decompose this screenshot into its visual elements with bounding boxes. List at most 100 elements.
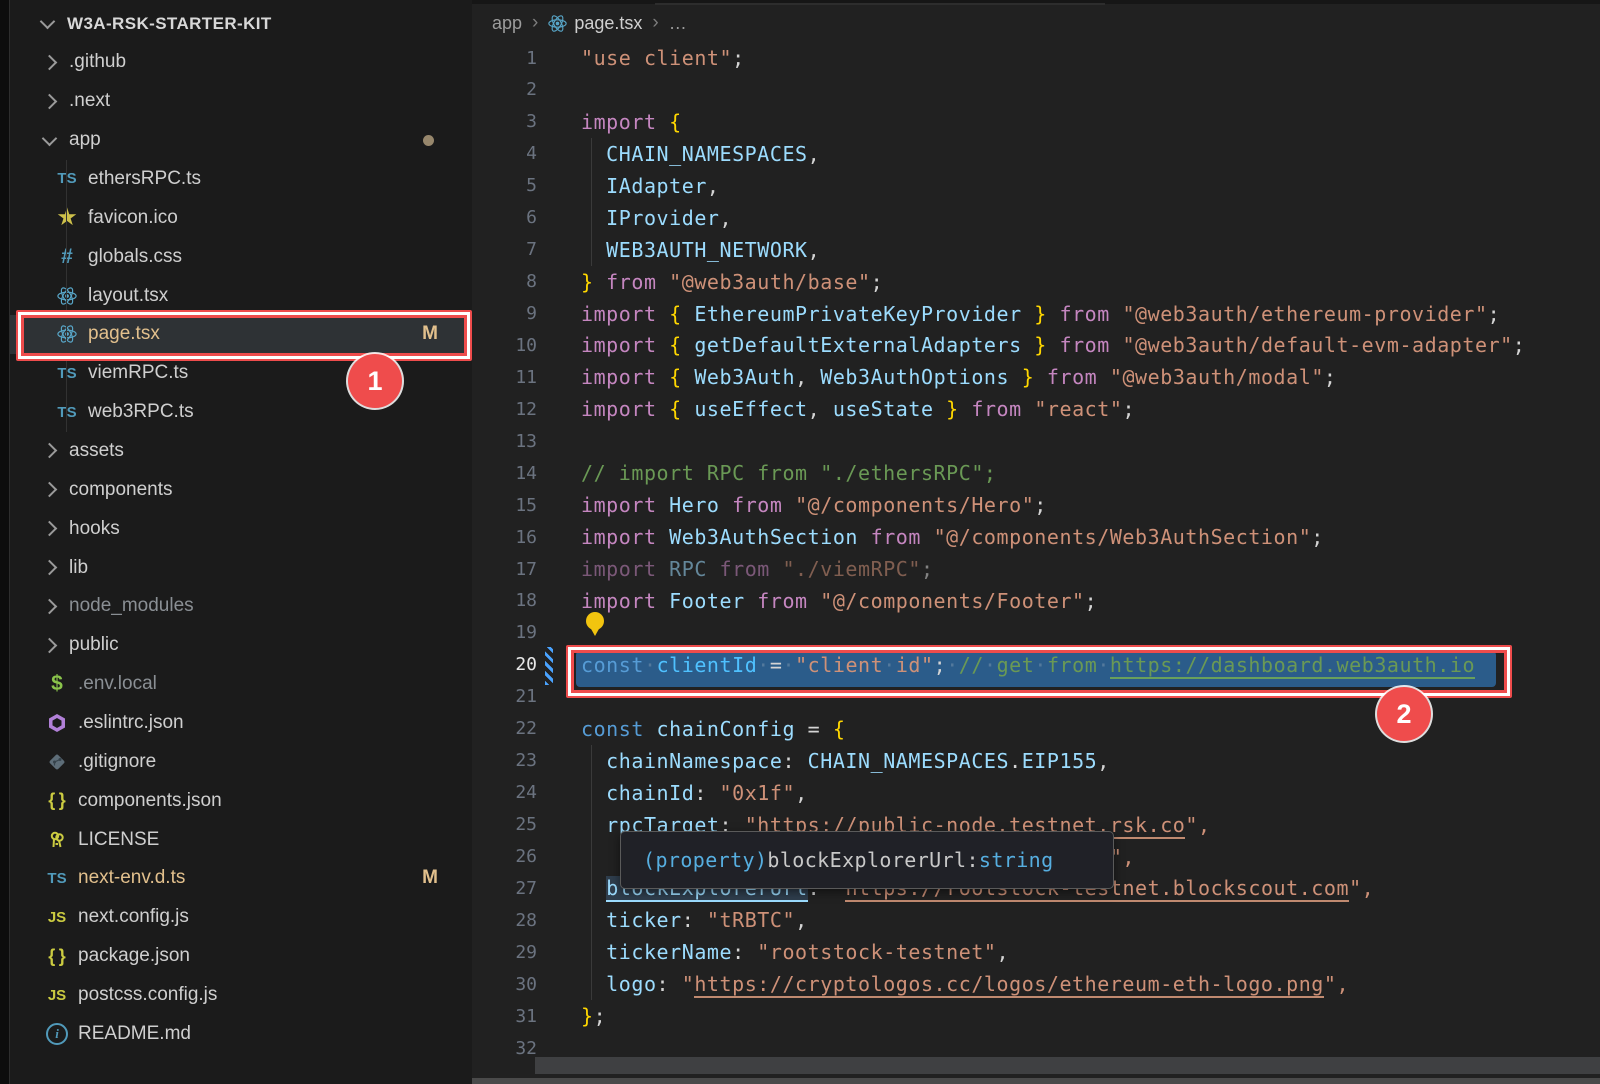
sidebar-file--env-local[interactable]: $.env.local <box>10 665 472 704</box>
window-left-edge <box>0 0 10 1084</box>
typescript-icon: TS <box>54 365 80 382</box>
code-line-30[interactable]: 30 logo: "https://cryptologos.cc/logos/e… <box>472 968 1600 1000</box>
code-line-12[interactable]: 12import { useEffect, useState } from "r… <box>472 393 1600 425</box>
tooltip-property-name: blockExplorerUrl: <box>767 848 979 872</box>
line-content: } from "@web3auth/base"; <box>581 270 883 294</box>
line-content: import Hero from "@/components/Hero"; <box>581 493 1047 517</box>
code-line-1[interactable]: 1"use client"; <box>472 42 1600 74</box>
code-line-13[interactable]: 13 <box>472 425 1600 457</box>
sidebar-file--gitignore[interactable]: .gitignore <box>10 742 472 781</box>
line-content: import { EthereumPrivateKeyProvider } fr… <box>581 302 1500 326</box>
tree-indent-guide <box>66 160 67 432</box>
code-line-22[interactable]: 22const chainConfig = { <box>472 713 1600 745</box>
code-line-3[interactable]: 3import { <box>472 106 1600 138</box>
sidebar-file-web3rpc-ts[interactable]: TSweb3RPC.ts <box>10 393 472 432</box>
hover-tooltip: (property) blockExplorerUrl: string <box>620 831 1114 889</box>
item-label: postcss.config.js <box>78 984 217 1006</box>
code-line-17[interactable]: 17import RPC from "./viemRPC"; <box>472 553 1600 585</box>
line-number: 4 <box>472 143 537 164</box>
line-number: 10 <box>472 335 537 356</box>
vscode-window: W3A-RSK-STARTER-KIT .github.next app TS eth… <box>0 0 1600 1084</box>
code-line-7[interactable]: 7 WEB3AUTH_NETWORK, <box>472 234 1600 266</box>
sidebar-file-globals-css[interactable]: #globals.css <box>10 237 472 276</box>
code-line-23[interactable]: 23 chainNamespace: CHAIN_NAMESPACES.EIP1… <box>472 745 1600 777</box>
sidebar-file--eslintrc-json[interactable]: .eslintrc.json <box>10 703 472 742</box>
line-number: 24 <box>472 782 537 803</box>
sidebar-folder-public[interactable]: public <box>10 626 472 665</box>
sidebar-file-next-config-js[interactable]: JSnext.config.js <box>10 898 472 937</box>
sidebar-file-next-env-d-ts[interactable]: TSnext-env.d.tsM <box>10 859 472 898</box>
item-label: README.md <box>78 1023 191 1045</box>
line-content: IAdapter, <box>581 174 720 198</box>
braces-icon: { } <box>44 946 70 967</box>
sidebar-folder--github[interactable]: .github <box>10 43 472 82</box>
line-content: logo: "https://cryptologos.cc/logos/ethe… <box>581 972 1349 996</box>
code-line-18[interactable]: 18import Footer from "@/components/Foote… <box>472 585 1600 617</box>
sidebar-folder-app[interactable]: app <box>10 121 472 160</box>
sidebar-folder-components[interactable]: components <box>10 470 472 509</box>
typescript-icon: TS <box>54 170 80 187</box>
sidebar-file-components-json[interactable]: { }components.json <box>10 781 472 820</box>
code-line-14[interactable]: 14// import RPC from "./ethersRPC"; <box>472 457 1600 489</box>
chevron-right-icon <box>42 599 58 615</box>
code-line-29[interactable]: 29 tickerName: "rootstock-testnet", <box>472 936 1600 968</box>
annotation-box-page-tsx <box>16 310 472 361</box>
indent-guide <box>591 745 592 1000</box>
breadcrumb-symbol-more[interactable]: … <box>669 13 687 34</box>
chevron-right-icon <box>42 637 58 653</box>
code-line-24[interactable]: 24 chainId: "0x1f", <box>472 777 1600 809</box>
code-line-5[interactable]: 5 IAdapter, <box>472 170 1600 202</box>
annotation-marker-2: 2 <box>1377 687 1431 741</box>
code-line-8[interactable]: 8 } from "@web3auth/base"; <box>472 266 1600 298</box>
tooltip-property-kind: (property) <box>643 848 767 872</box>
code-line-11[interactable]: 11import { Web3Auth, Web3AuthOptions } f… <box>472 361 1600 393</box>
sidebar-file-postcss-config-js[interactable]: JSpostcss.config.js <box>10 976 472 1015</box>
item-label: hooks <box>69 518 120 540</box>
sidebar-folder-lib[interactable]: lib <box>10 548 472 587</box>
sidebar-folder-node-modules[interactable]: node_modules <box>10 587 472 626</box>
code-line-6[interactable]: 6 IProvider, <box>472 202 1600 234</box>
code-line-16[interactable]: 16import Web3AuthSection from "@/compone… <box>472 521 1600 553</box>
line-number: 20 <box>472 654 537 675</box>
line-content: IProvider, <box>581 206 732 230</box>
code-line-2[interactable]: 2 <box>472 74 1600 106</box>
tab-strip-underline <box>655 3 1105 5</box>
line-number: 26 <box>472 846 537 867</box>
code-line-31[interactable]: 31}; <box>472 1000 1600 1032</box>
sidebar-file-ethersrpc-ts[interactable]: TS ethersRPC.ts <box>10 159 472 198</box>
sidebar-folder--next[interactable]: .next <box>10 82 472 121</box>
item-label: assets <box>69 440 124 462</box>
line-content: import { <box>581 110 682 134</box>
explorer-root-folder[interactable]: W3A-RSK-STARTER-KIT <box>10 4 472 43</box>
javascript-icon: JS <box>44 909 70 926</box>
sidebar-file-readme-md[interactable]: iREADME.md <box>10 1014 472 1053</box>
item-label: .gitignore <box>78 751 156 773</box>
item-label: app <box>69 129 101 151</box>
line-content: WEB3AUTH_NETWORK, <box>581 238 820 262</box>
item-label: ethersRPC.ts <box>88 168 201 190</box>
line-number: 7 <box>472 239 537 260</box>
sidebar-file-license[interactable]: LICENSE <box>10 820 472 859</box>
code-line-15[interactable]: 15import Hero from "@/components/Hero"; <box>472 489 1600 521</box>
horizontal-scrollbar[interactable] <box>535 1057 1600 1074</box>
line-number: 32 <box>472 1038 537 1059</box>
folder-modified-dot <box>423 135 434 146</box>
line-number: 28 <box>472 910 537 931</box>
line-number: 5 <box>472 175 537 196</box>
code-line-4[interactable]: 4 CHAIN_NAMESPACES, <box>472 138 1600 170</box>
sidebar-folder-hooks[interactable]: hooks <box>10 509 472 548</box>
code-line-28[interactable]: 28 ticker: "tRBTC", <box>472 904 1600 936</box>
line-content: "use client"; <box>581 46 745 70</box>
sidebar-folder-assets[interactable]: assets <box>10 431 472 470</box>
yellow-pin-marker <box>586 612 604 630</box>
breadcrumb-folder[interactable]: app <box>492 13 522 34</box>
line-number: 8 <box>472 271 537 292</box>
breadcrumb: app › page.tsx › … <box>492 8 687 38</box>
item-label: lib <box>69 557 88 579</box>
sidebar-file-favicon-ico[interactable]: ★favicon.ico <box>10 198 472 237</box>
chevron-right-icon <box>42 93 58 109</box>
code-line-10[interactable]: 10import { getDefaultExternalAdapters } … <box>472 329 1600 361</box>
breadcrumb-file[interactable]: page.tsx <box>574 13 642 34</box>
code-line-9[interactable]: 9import { EthereumPrivateKeyProvider } f… <box>472 298 1600 330</box>
sidebar-file-package-json[interactable]: { }package.json <box>10 937 472 976</box>
